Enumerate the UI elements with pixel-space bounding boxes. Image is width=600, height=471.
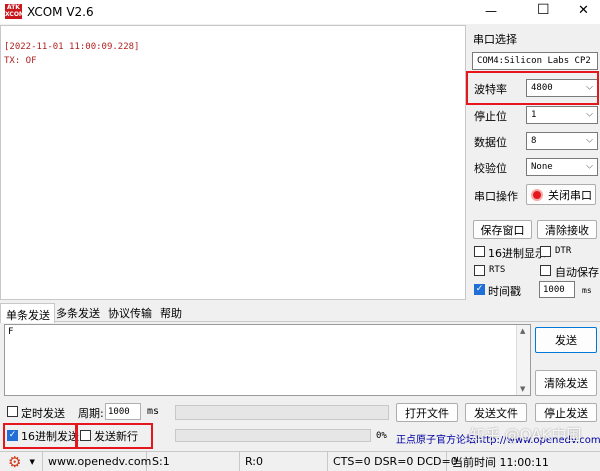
status-signals: CTS=0 DSR=0 DCD=0 <box>329 452 458 471</box>
timestamp-interval-input[interactable]: 1000 <box>539 281 575 298</box>
title-bar: ATK XCOM XCOM V2.6 — ☐ ✕ <box>0 0 600 24</box>
watermark: 知乎 @OAK中国 <box>470 426 582 444</box>
data-bits-value: 8 <box>531 136 537 146</box>
data-bits-label: 数据位 <box>474 136 507 149</box>
chevron-down-icon: ⌵ <box>586 161 593 172</box>
scroll-down-icon[interactable]: ▼ <box>520 385 525 393</box>
auto-save-checkbox[interactable] <box>540 265 551 276</box>
receive-line-2: TX: OF <box>4 56 37 66</box>
send-input-text: F <box>8 327 14 337</box>
chevron-down-icon: ⌵ <box>586 135 593 146</box>
auto-save-label: 自动保存 <box>555 266 599 279</box>
open-file-button[interactable]: 打开文件 <box>396 403 458 422</box>
port-op-label: 串口操作 <box>474 190 518 203</box>
port-select[interactable]: COM4:Silicon Labs CP2 <box>472 52 598 70</box>
stop-bits-label: 停止位 <box>474 110 507 123</box>
dtr-checkbox[interactable] <box>540 246 551 257</box>
dtr-label: DTR <box>555 246 572 256</box>
parity-value: None <box>531 162 553 172</box>
window-title: XCOM V2.6 <box>27 5 94 19</box>
send-button[interactable]: 发送 <box>535 327 597 353</box>
tab-protocol[interactable]: 协议传输 <box>108 305 152 321</box>
timestamp-checkbox[interactable]: ✓ <box>474 284 485 295</box>
hex-display-checkbox[interactable] <box>474 246 485 257</box>
stop-send-button[interactable]: 停止发送 <box>535 403 597 422</box>
period-label: 周期: <box>78 407 104 420</box>
send-input[interactable]: F ▲ ▼ <box>4 324 531 396</box>
send-progress-bar <box>175 429 371 442</box>
chevron-down-icon: ⌵ <box>586 109 593 120</box>
hex-display-label: 16进制显示 <box>488 247 546 260</box>
period-unit: ms <box>147 406 160 417</box>
timestamp-label: 时间戳 <box>488 285 521 298</box>
tab-help[interactable]: 帮助 <box>160 305 182 321</box>
gear-icon[interactable]: ⚙ <box>8 453 21 471</box>
maximize-button[interactable]: ☐ <box>537 2 550 18</box>
status-time: 当前时间 11:00:11 <box>452 455 549 469</box>
send-input-scrollbar[interactable]: ▲ ▼ <box>516 325 530 395</box>
chevron-down-icon[interactable]: ▼ <box>29 458 34 466</box>
tab-multi-send[interactable]: 多条发送 <box>56 305 100 321</box>
close-button[interactable]: ✕ <box>578 3 589 18</box>
minimize-button[interactable]: — <box>485 4 497 18</box>
baud-highlight-box <box>466 71 599 105</box>
status-receive-count: R:0 <box>241 452 328 471</box>
tab-bar: 单条发送 多条发送 协议传输 帮助 <box>0 303 600 323</box>
settings-gear[interactable]: ⚙ ▼ <box>0 452 43 471</box>
timed-send-label: 定时发送 <box>21 407 65 420</box>
send-newline-highlight-box <box>76 423 153 449</box>
period-input[interactable]: 1000 <box>105 403 141 420</box>
parity-label: 校验位 <box>474 162 507 175</box>
receive-area[interactable]: [2022-11-01 11:00:09.228] TX: OF <box>0 25 466 300</box>
rts-checkbox[interactable] <box>474 265 485 276</box>
save-window-button[interactable]: 保存窗口 <box>473 220 532 239</box>
data-bits-select[interactable]: 8 ⌵ <box>526 132 598 150</box>
hex-send-highlight-box <box>3 423 77 449</box>
tab-single-send[interactable]: 单条发送 <box>0 303 55 323</box>
port-section-title: 串口选择 <box>473 33 517 46</box>
close-port-button[interactable]: 关闭串口 <box>526 184 596 205</box>
rts-label: RTS <box>489 265 506 275</box>
progress-percent: 0% <box>376 431 387 441</box>
timed-send-checkbox[interactable] <box>7 406 18 417</box>
receive-line-1: [2022-11-01 11:00:09.228] <box>4 42 140 52</box>
stop-bits-select[interactable]: 1 ⌵ <box>526 106 598 124</box>
status-send-count: S:1 <box>148 452 240 471</box>
clear-receive-button[interactable]: 清除接收 <box>537 220 597 239</box>
app-logo-text: ATK XCOM <box>5 4 25 18</box>
parity-select[interactable]: None ⌵ <box>526 158 598 176</box>
scroll-up-icon[interactable]: ▲ <box>520 327 525 335</box>
close-port-label: 关闭串口 <box>548 188 592 202</box>
port-status-icon <box>531 188 543 201</box>
status-url[interactable]: www.openedv.com <box>44 452 151 471</box>
stop-bits-value: 1 <box>531 110 537 120</box>
app-logo: ATK XCOM <box>5 4 25 19</box>
port-select-value: COM4:Silicon Labs CP2 <box>477 56 591 66</box>
send-file-progress-top <box>175 405 389 420</box>
clear-send-button[interactable]: 清除发送 <box>535 370 597 396</box>
send-file-button[interactable]: 发送文件 <box>465 403 527 422</box>
timestamp-interval-unit: ms <box>582 286 592 295</box>
